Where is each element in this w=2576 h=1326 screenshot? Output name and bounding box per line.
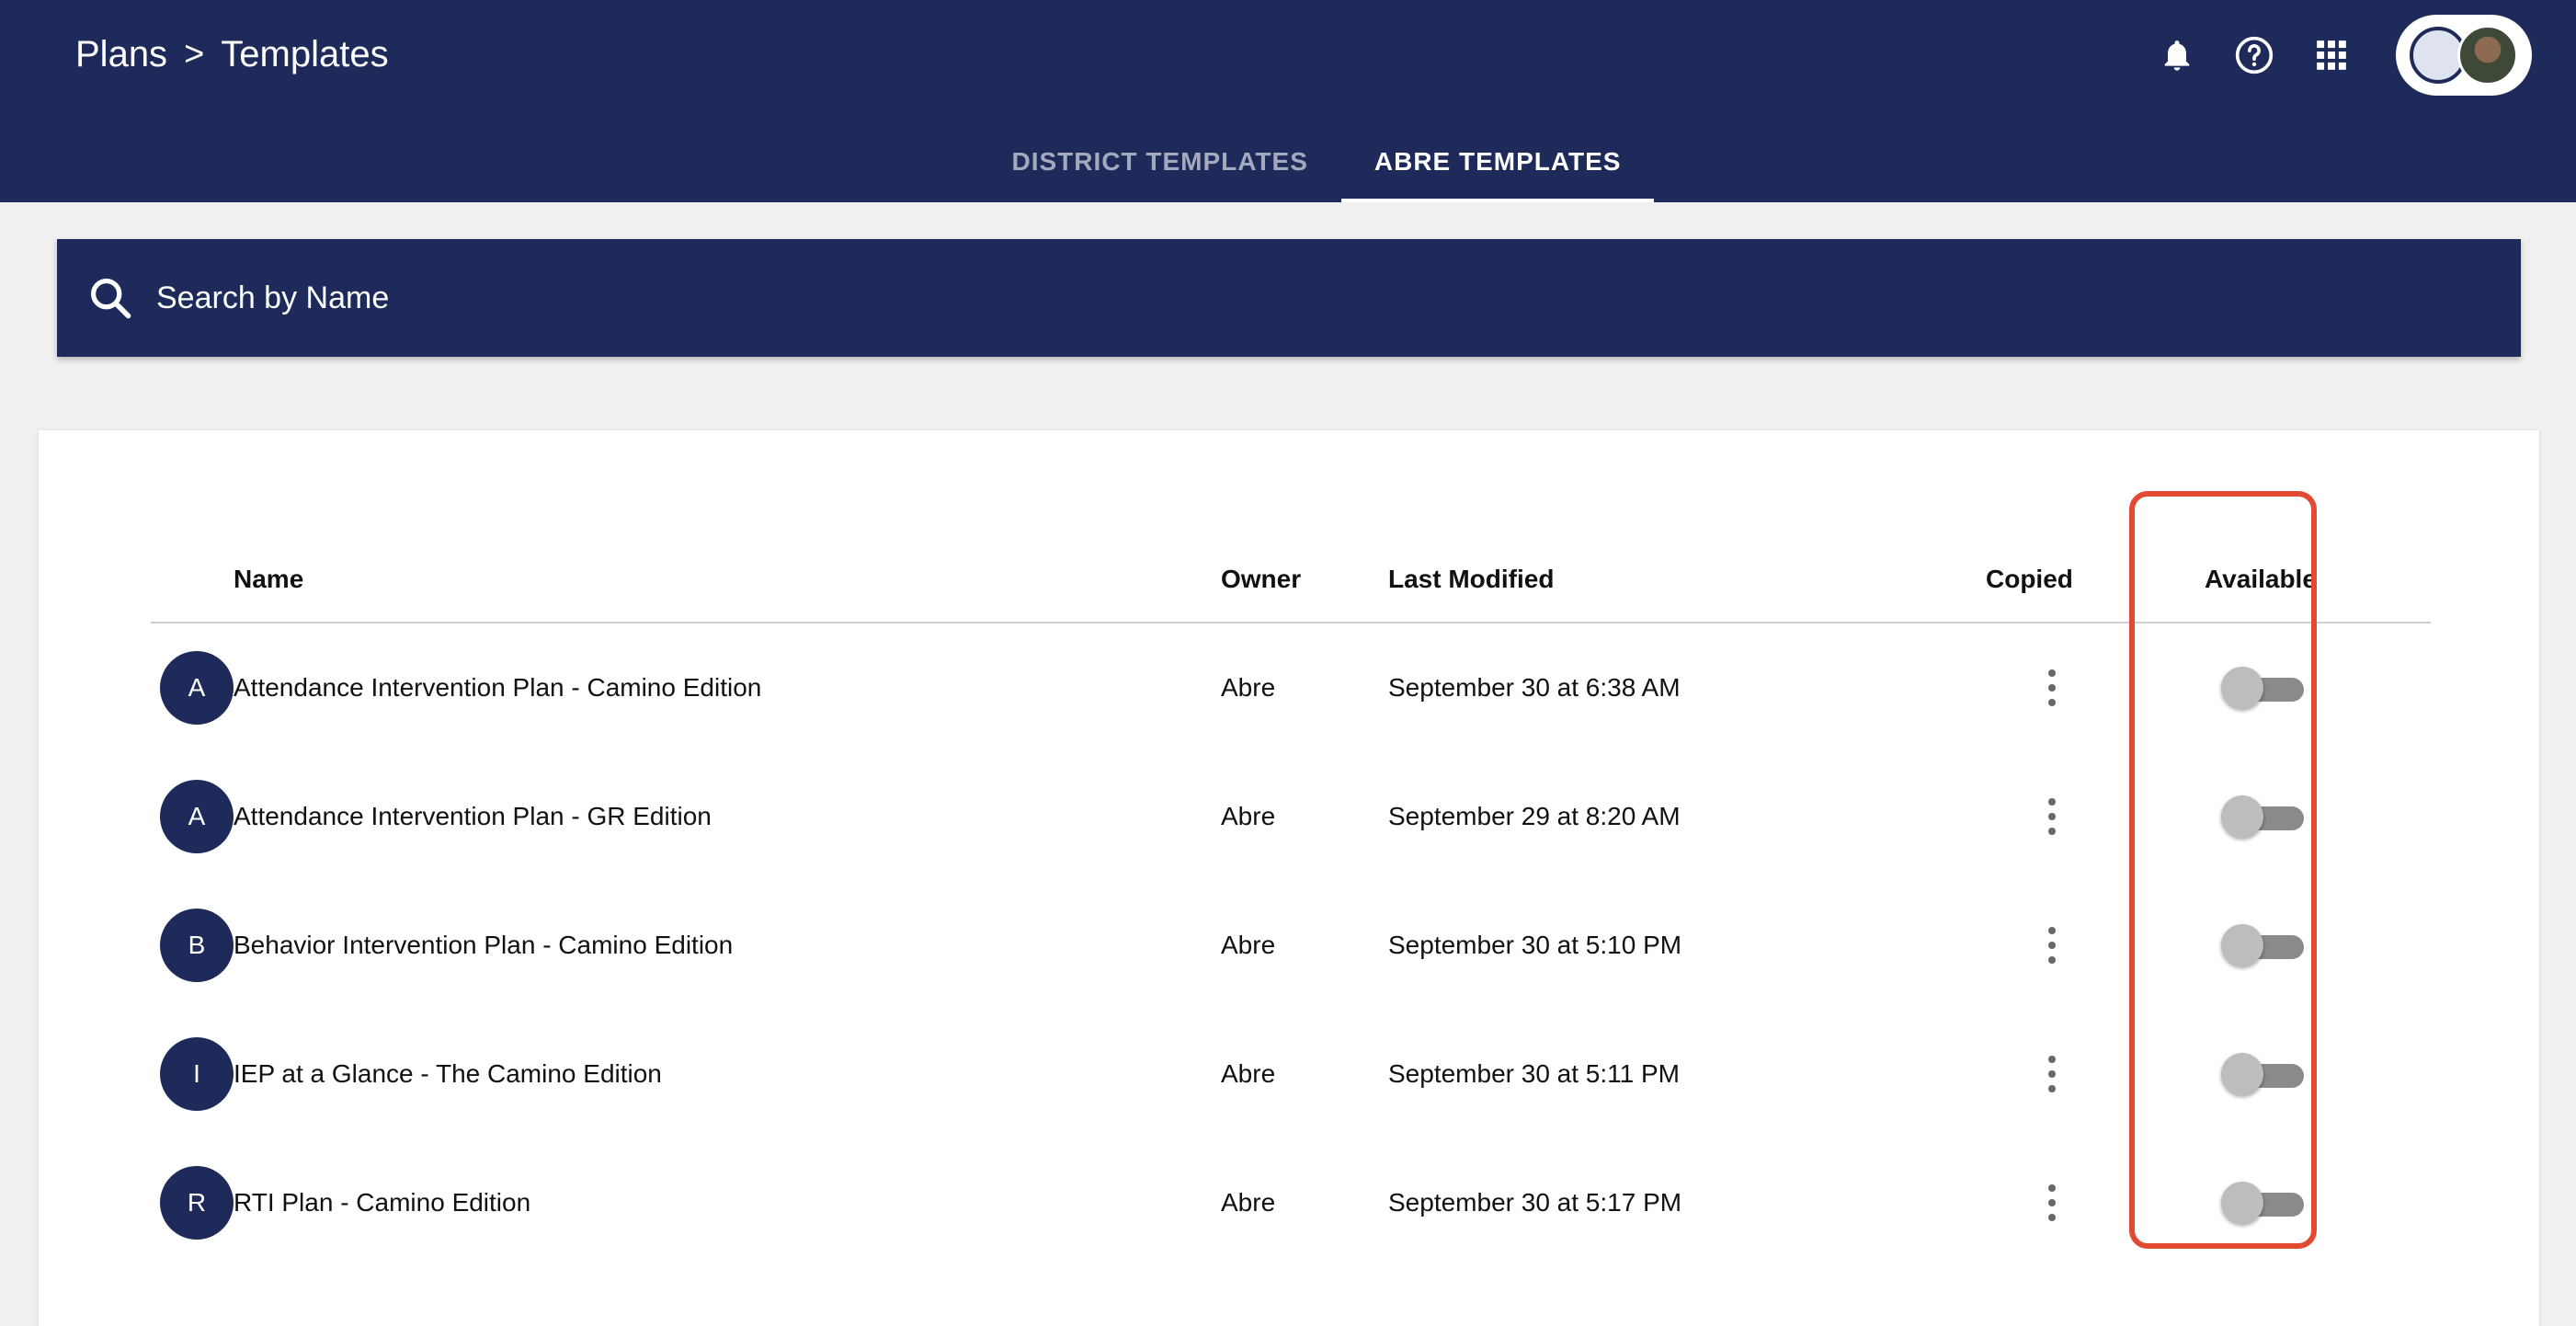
available-toggle[interactable] <box>2221 1182 2308 1224</box>
table-header: Name Owner Last Modified Copied Availabl… <box>151 532 2431 623</box>
header-owner[interactable]: Owner <box>1221 565 1301 594</box>
search-input[interactable] <box>156 280 2363 316</box>
template-tabs: DISTRICT TEMPLATES ABRE TEMPLATES <box>0 121 2576 202</box>
template-name[interactable]: Behavior Intervention Plan - Camino Edit… <box>234 931 733 960</box>
header-last-modified[interactable]: Last Modified <box>1388 565 1554 594</box>
template-last-modified: September 30 at 5:17 PM <box>1388 1188 1682 1217</box>
template-last-modified: September 29 at 8:20 AM <box>1388 802 1681 830</box>
available-toggle[interactable] <box>2221 1053 2308 1095</box>
templates-table: Name Owner Last Modified Copied Availabl… <box>151 532 2431 1267</box>
template-name[interactable]: Attendance Intervention Plan - GR Editio… <box>234 802 712 831</box>
template-owner: Abre <box>1221 931 1276 959</box>
available-toggle[interactable] <box>2221 795 2308 838</box>
template-name[interactable]: RTI Plan - Camino Edition <box>234 1188 530 1217</box>
header-name[interactable]: Name <box>234 565 303 594</box>
template-letter-avatar: B <box>160 909 234 982</box>
table-row[interactable]: A Attendance Intervention Plan - GR Edit… <box>151 752 2431 881</box>
available-toggle[interactable] <box>2221 924 2308 966</box>
template-letter-avatar: I <box>160 1037 234 1111</box>
app-header: Plans > Templates DISTRICT TEMPLATES ABR… <box>0 0 2576 202</box>
more-options-icon[interactable] <box>2034 1181 2070 1225</box>
header-actions <box>2138 0 2576 110</box>
more-options-icon[interactable] <box>2034 923 2070 967</box>
template-name[interactable]: IEP at a Glance - The Camino Edition <box>234 1059 662 1089</box>
template-owner: Abre <box>1221 802 1276 830</box>
template-letter-avatar: A <box>160 651 234 725</box>
template-name[interactable]: Attendance Intervention Plan - Camino Ed… <box>234 673 761 703</box>
user-photo <box>2457 25 2518 86</box>
breadcrumb-separator: > <box>184 34 205 74</box>
more-options-icon[interactable] <box>2034 1052 2070 1096</box>
table-row[interactable]: B Behavior Intervention Plan - Camino Ed… <box>151 881 2431 1010</box>
template-owner: Abre <box>1221 1188 1276 1217</box>
breadcrumb: Plans > Templates <box>75 28 389 81</box>
table-row[interactable]: A Attendance Intervention Plan - Camino … <box>151 623 2431 752</box>
template-last-modified: September 30 at 5:11 PM <box>1388 1059 1680 1088</box>
template-letter-avatar: R <box>160 1166 234 1240</box>
table-row[interactable]: R RTI Plan - Camino Edition Abre Septemb… <box>151 1138 2431 1267</box>
template-letter-avatar: A <box>160 780 234 853</box>
search-icon <box>90 278 131 319</box>
template-last-modified: September 30 at 5:10 PM <box>1388 931 1682 959</box>
table-row[interactable]: I IEP at a Glance - The Camino Edition A… <box>151 1010 2431 1138</box>
template-owner: Abre <box>1221 1059 1276 1088</box>
tab-district-templates[interactable]: DISTRICT TEMPLATES <box>979 121 1341 202</box>
apps-grid-icon[interactable] <box>2293 17 2370 94</box>
more-options-icon[interactable] <box>2034 794 2070 839</box>
help-icon[interactable] <box>2216 17 2293 94</box>
account-avatar[interactable] <box>2396 15 2532 96</box>
header-copied[interactable]: Copied <box>1986 565 2073 594</box>
more-options-icon[interactable] <box>2034 666 2070 710</box>
breadcrumb-templates: Templates <box>221 33 389 74</box>
template-last-modified: September 30 at 6:38 AM <box>1388 673 1681 702</box>
available-toggle[interactable] <box>2221 667 2308 709</box>
tab-abre-templates[interactable]: ABRE TEMPLATES <box>1340 121 1655 202</box>
search-bar <box>57 239 2521 357</box>
bell-icon[interactable] <box>2138 17 2216 94</box>
header-available[interactable]: Available <box>2205 565 2317 594</box>
templates-card: Name Owner Last Modified Copied Availabl… <box>39 430 2539 1326</box>
breadcrumb-plans[interactable]: Plans <box>75 34 167 75</box>
template-owner: Abre <box>1221 673 1276 702</box>
